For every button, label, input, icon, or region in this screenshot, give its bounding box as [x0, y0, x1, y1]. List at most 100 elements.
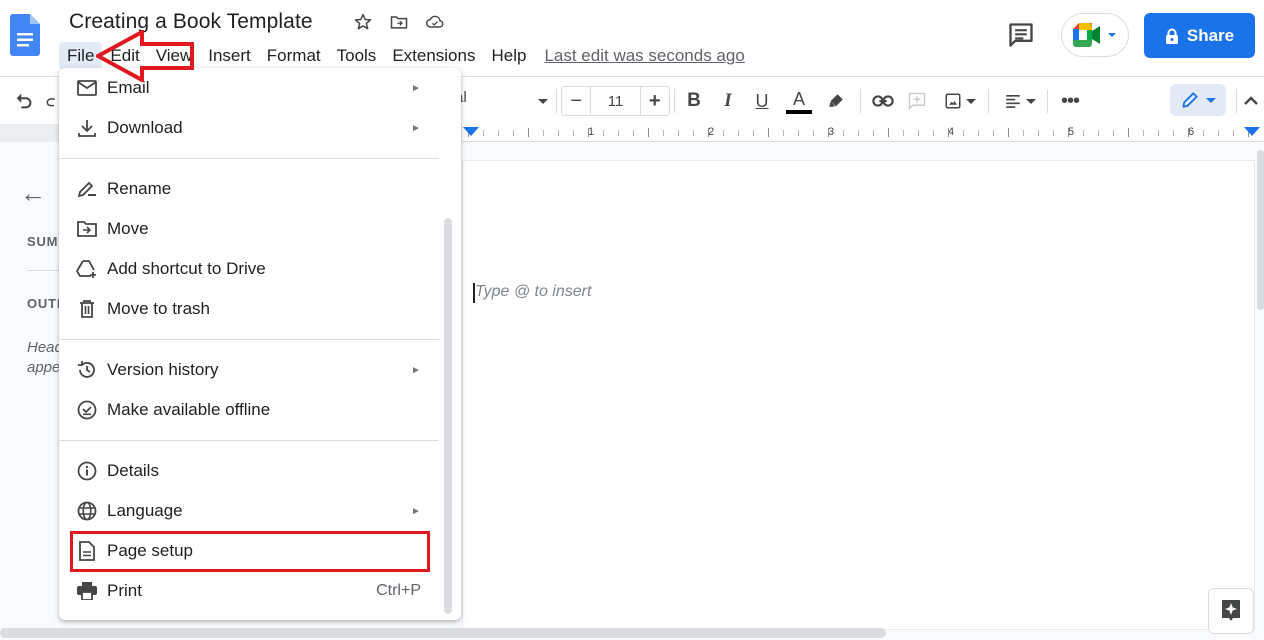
back-arrow-icon[interactable]: ←: [20, 178, 46, 209]
ruler-tick: [903, 130, 904, 136]
vertical-scrollbar[interactable]: [1257, 150, 1264, 310]
ruler-tick: [1128, 128, 1129, 137]
last-edit-link[interactable]: Last edit was seconds ago: [544, 46, 744, 66]
chevron-down-icon: [1107, 30, 1117, 40]
collapse-toolbar-button[interactable]: [1240, 77, 1262, 125]
editing-mode-button[interactable]: [1170, 84, 1226, 116]
undo-icon: [13, 90, 35, 112]
meet-icon: [1073, 23, 1103, 47]
explore-button[interactable]: [1208, 588, 1254, 634]
ruler-tick: [648, 128, 649, 137]
add-comment-icon: [907, 91, 927, 111]
download-icon: [76, 117, 98, 139]
trash-icon: [76, 298, 98, 320]
font-size-decrease-button[interactable]: −: [562, 87, 591, 115]
undo-button[interactable]: [10, 77, 38, 125]
font-size-input[interactable]: 11: [591, 87, 639, 115]
redo-button[interactable]: [44, 77, 60, 125]
rename-icon: [76, 178, 98, 200]
right-indent-marker[interactable]: [1244, 127, 1260, 136]
globe-icon: [76, 500, 98, 522]
italic-icon: I: [724, 90, 731, 112]
ruler-tick: [1173, 130, 1174, 136]
ruler-tick: [1143, 130, 1144, 136]
menu-extensions[interactable]: Extensions: [384, 42, 483, 70]
file-menu-item-download[interactable]: Download ►: [59, 108, 439, 148]
ruler-tick: [723, 130, 724, 136]
file-menu-item-version-history[interactable]: Version history ►: [59, 350, 439, 390]
ruler-tick: [558, 130, 559, 136]
ruler-tick: [678, 130, 679, 136]
insert-image-button[interactable]: [940, 77, 980, 125]
menu-item-label: Version history: [107, 360, 219, 380]
ruler-tick: [768, 128, 769, 137]
menu-item-label: Download: [107, 118, 183, 138]
move-folder-icon: [76, 218, 98, 240]
menu-divider: [59, 440, 439, 441]
explore-icon: [1219, 598, 1243, 624]
ruler-tick: [528, 128, 529, 137]
menu-tools[interactable]: Tools: [329, 42, 385, 70]
menu-item-label: Print: [107, 581, 142, 601]
ruler-tick: [813, 130, 814, 136]
ruler-tick: [858, 130, 859, 136]
print-icon: [76, 580, 98, 602]
chevron-up-icon: [1243, 93, 1259, 109]
ruler-tick: [1218, 130, 1219, 136]
menu-format[interactable]: Format: [259, 42, 329, 70]
ruler-tick: [888, 128, 889, 137]
menu-divider: [59, 158, 439, 159]
document-page[interactable]: [462, 160, 1255, 630]
italic-button[interactable]: I: [716, 77, 740, 125]
share-button[interactable]: Share: [1144, 13, 1255, 58]
file-menu-item-rename[interactable]: Rename: [59, 169, 439, 209]
chevron-down-icon: [1026, 96, 1036, 106]
text-color-button[interactable]: A: [784, 77, 814, 125]
ruler-tick: [693, 130, 694, 136]
more-options-button[interactable]: •••: [1058, 77, 1082, 125]
left-indent-marker[interactable]: [463, 127, 479, 136]
menu-help[interactable]: Help: [483, 42, 534, 70]
file-menu-item-add-shortcut[interactable]: Add shortcut to Drive: [59, 249, 439, 289]
bold-button[interactable]: B: [682, 77, 706, 125]
ruler-tick: [1068, 128, 1069, 137]
underline-button[interactable]: U: [750, 77, 774, 125]
ruler[interactable]: 1 2 3 4 5 6: [462, 124, 1264, 142]
meet-button[interactable]: [1061, 13, 1129, 57]
file-menu-item-details[interactable]: Details: [59, 451, 439, 491]
menu-insert[interactable]: Insert: [200, 42, 259, 70]
ruler-tick: [1098, 130, 1099, 136]
horizontal-scrollbar[interactable]: [0, 628, 886, 638]
comment-history-button[interactable]: [1004, 18, 1038, 52]
insert-link-button[interactable]: [870, 77, 896, 125]
move-folder-icon[interactable]: [388, 11, 410, 33]
menu-item-label: Move: [107, 219, 149, 239]
ruler-tick: [498, 130, 499, 136]
align-button[interactable]: [1000, 77, 1040, 125]
ruler-tick: [843, 130, 844, 136]
edit-mode-icon: [1180, 90, 1200, 110]
font-select-dropdown[interactable]: [534, 77, 552, 125]
file-menu-item-offline[interactable]: Make available offline: [59, 390, 439, 430]
docs-logo-icon[interactable]: [10, 14, 40, 56]
ruler-tick: [1203, 130, 1204, 136]
ruler-tick: [543, 130, 544, 136]
font-size-increase-button[interactable]: +: [640, 87, 669, 115]
file-menu-item-language[interactable]: Language ►: [59, 491, 439, 531]
file-menu-item-move[interactable]: Move: [59, 209, 439, 249]
ruler-tick: [828, 128, 829, 137]
text-color-icon: A: [793, 90, 805, 108]
submenu-arrow-icon: ►: [411, 365, 421, 376]
highlight-button[interactable]: [824, 77, 848, 125]
file-menu-item-trash[interactable]: Move to trash: [59, 289, 439, 329]
file-menu-item-print[interactable]: Print Ctrl+P: [59, 571, 439, 611]
file-menu-scrollbar[interactable]: [444, 218, 452, 614]
link-icon: [872, 94, 894, 108]
add-comment-button[interactable]: [906, 77, 928, 125]
cloud-saved-icon[interactable]: [424, 11, 446, 33]
menu-item-label: Rename: [107, 179, 171, 199]
document-placeholder[interactable]: Type @ to insert: [475, 283, 591, 301]
star-icon[interactable]: [352, 11, 374, 33]
lock-icon: [1165, 28, 1179, 44]
ruler-tick: [873, 130, 874, 136]
